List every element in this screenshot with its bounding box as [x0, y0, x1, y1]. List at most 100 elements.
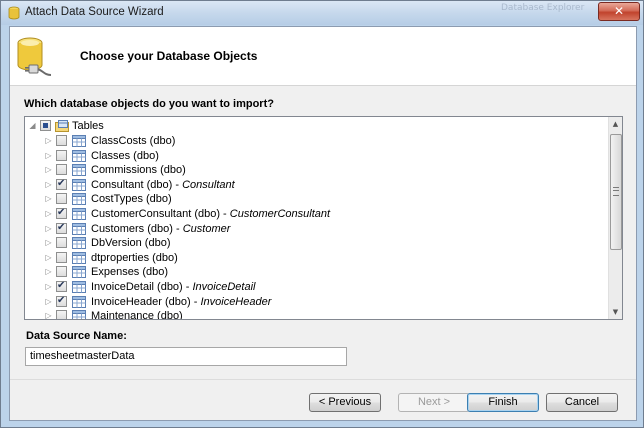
previous-button[interactable]: < Previous	[309, 393, 381, 412]
tree-item[interactable]: ▷ InvoiceHeader (dbo) - InvoiceHeader	[25, 294, 608, 309]
tree-item[interactable]: ▷ Expenses (dbo)	[25, 265, 608, 279]
table-checkbox[interactable]	[56, 237, 67, 249]
expand-icon[interactable]: ▷	[44, 222, 53, 236]
background-window-text: Database Explorer	[501, 3, 585, 13]
table-icon	[72, 193, 86, 206]
table-alias: InvoiceHeader	[200, 295, 272, 308]
expand-icon[interactable]: ▷	[44, 265, 53, 279]
expand-icon[interactable]: ▷	[44, 163, 53, 177]
table-alias: InvoiceDetail	[192, 281, 256, 293]
tree-item[interactable]: ▷ DbVersion (dbo)	[25, 236, 608, 250]
table-icon	[72, 178, 86, 191]
table-name: Classes (dbo)	[91, 149, 159, 162]
table-label: Classes (dbo)	[91, 149, 159, 163]
question-label: Which database objects do you want to im…	[24, 98, 274, 110]
tree-item[interactable]: ▷ Consultant (dbo) - Consultant	[25, 177, 608, 192]
expand-icon[interactable]: ▷	[44, 236, 53, 250]
tree-item[interactable]: ▷ Classes (dbo)	[25, 149, 608, 163]
expand-icon[interactable]: ▷	[44, 192, 53, 206]
table-checkbox[interactable]	[56, 221, 67, 235]
window-title: Attach Data Source Wizard	[25, 6, 164, 18]
table-label: InvoiceDetail (dbo) - InvoiceDetail	[91, 280, 255, 294]
scroll-thumb[interactable]	[610, 134, 622, 250]
scroll-down-icon[interactable]: ▼	[609, 305, 622, 319]
table-name: ClassCosts (dbo)	[91, 135, 176, 147]
table-name: dtproperties (dbo)	[91, 251, 178, 264]
expand-icon[interactable]: ▷	[44, 251, 53, 265]
table-name: Maintenance (dbo)	[91, 310, 183, 319]
table-name: InvoiceHeader (dbo) -	[91, 295, 201, 308]
table-checkbox[interactable]	[56, 279, 67, 293]
button-bar: < Previous Next > Finish Cancel	[10, 379, 636, 421]
scroll-up-icon[interactable]: ▲	[609, 117, 622, 131]
expand-icon[interactable]: ▷	[44, 178, 53, 192]
close-button[interactable]: ✕	[598, 2, 640, 21]
table-checkbox[interactable]	[56, 266, 67, 278]
table-checkbox[interactable]	[56, 177, 67, 191]
tree-item[interactable]: ▷ CostTypes (dbo)	[25, 192, 608, 206]
tree-content: ◢ Tables ▷ ClassCosts (dbo) ▷ Classes (dbo)…	[25, 117, 608, 319]
next-button[interactable]: Next >	[398, 393, 470, 412]
collapse-icon[interactable]: ◢	[28, 119, 37, 133]
table-icon	[72, 237, 86, 250]
wizard-window: Attach Data Source Wizard Database Explo…	[0, 0, 644, 428]
close-icon: ✕	[613, 4, 625, 18]
expand-icon[interactable]: ▷	[44, 134, 53, 148]
table-name: CostTypes (dbo)	[91, 193, 172, 206]
tree-item[interactable]: ▷ Customers (dbo) - Customer	[25, 221, 608, 236]
table-checkbox[interactable]	[56, 164, 67, 176]
table-icon	[72, 295, 86, 308]
expand-icon[interactable]: ▷	[44, 295, 53, 309]
table-checkbox[interactable]	[56, 251, 67, 263]
table-name: CustomerConsultant (dbo) -	[91, 208, 230, 220]
folder-table-icon	[55, 120, 69, 132]
table-label: Customers (dbo) - Customer	[91, 222, 230, 236]
table-icon	[72, 222, 86, 235]
table-checkbox[interactable]	[56, 193, 67, 205]
tree-item[interactable]: ▷ CustomerConsultant (dbo) - CustomerCons…	[25, 206, 608, 221]
datasource-name-label: Data Source Name:	[26, 330, 127, 342]
expand-icon[interactable]: ▷	[44, 280, 53, 294]
table-label: Maintenance (dbo)	[91, 309, 183, 319]
table-name: Customers (dbo) -	[91, 222, 183, 235]
database-icon	[8, 6, 20, 20]
page-title: Choose your Database Objects	[80, 49, 258, 63]
table-name: Expenses (dbo)	[91, 266, 169, 279]
expand-icon[interactable]: ▷	[44, 309, 53, 319]
table-alias: Consultant	[182, 178, 235, 191]
table-label: ClassCosts (dbo)	[91, 134, 175, 148]
expand-icon[interactable]: ▷	[44, 207, 53, 221]
cancel-button[interactable]: Cancel	[546, 393, 618, 412]
table-checkbox[interactable]	[56, 149, 67, 161]
database-plug-icon	[17, 37, 52, 76]
tables-label: Tables	[72, 120, 104, 132]
tree-item[interactable]: ▷ ClassCosts (dbo)	[25, 134, 608, 148]
table-label: CostTypes (dbo)	[91, 192, 172, 206]
table-label: InvoiceHeader (dbo) - InvoiceHeader	[91, 295, 271, 309]
table-alias: Customer	[182, 222, 231, 235]
tables-checkbox[interactable]	[40, 120, 51, 131]
table-checkbox[interactable]	[56, 206, 67, 220]
title-bar[interactable]: Attach Data Source Wizard Database Explo…	[1, 1, 643, 25]
tree-root-tables[interactable]: ◢ Tables	[25, 119, 608, 133]
table-alias: CustomerConsultant	[229, 208, 331, 220]
datasource-name-input[interactable]: timesheetmasterData	[25, 347, 347, 366]
table-label: Expenses (dbo)	[91, 265, 168, 279]
object-tree[interactable]: ◢ Tables ▷ ClassCosts (dbo) ▷ Classes (dbo)…	[24, 116, 623, 320]
finish-button[interactable]: Finish	[467, 393, 539, 412]
tree-item[interactable]: ▷ InvoiceDetail (dbo) - InvoiceDetail	[25, 279, 608, 294]
table-checkbox[interactable]	[56, 135, 67, 146]
tree-item[interactable]: ▷ dtproperties (dbo)	[25, 251, 608, 265]
tree-item[interactable]: ▷ Commissions (dbo)	[25, 163, 608, 177]
expand-icon[interactable]: ▷	[44, 149, 53, 163]
table-label: DbVersion (dbo)	[91, 236, 171, 250]
table-label: CustomerConsultant (dbo) - CustomerConsu…	[91, 207, 330, 221]
table-icon	[72, 164, 86, 177]
table-checkbox[interactable]	[56, 310, 67, 319]
tree-item[interactable]: ▷ Maintenance (dbo)	[25, 309, 608, 319]
tree-scrollbar[interactable]: ▲ ▼	[608, 117, 622, 319]
table-name: DbVersion (dbo)	[91, 237, 171, 250]
table-icon	[72, 251, 86, 264]
table-checkbox[interactable]	[56, 294, 67, 308]
table-icon	[72, 208, 86, 220]
